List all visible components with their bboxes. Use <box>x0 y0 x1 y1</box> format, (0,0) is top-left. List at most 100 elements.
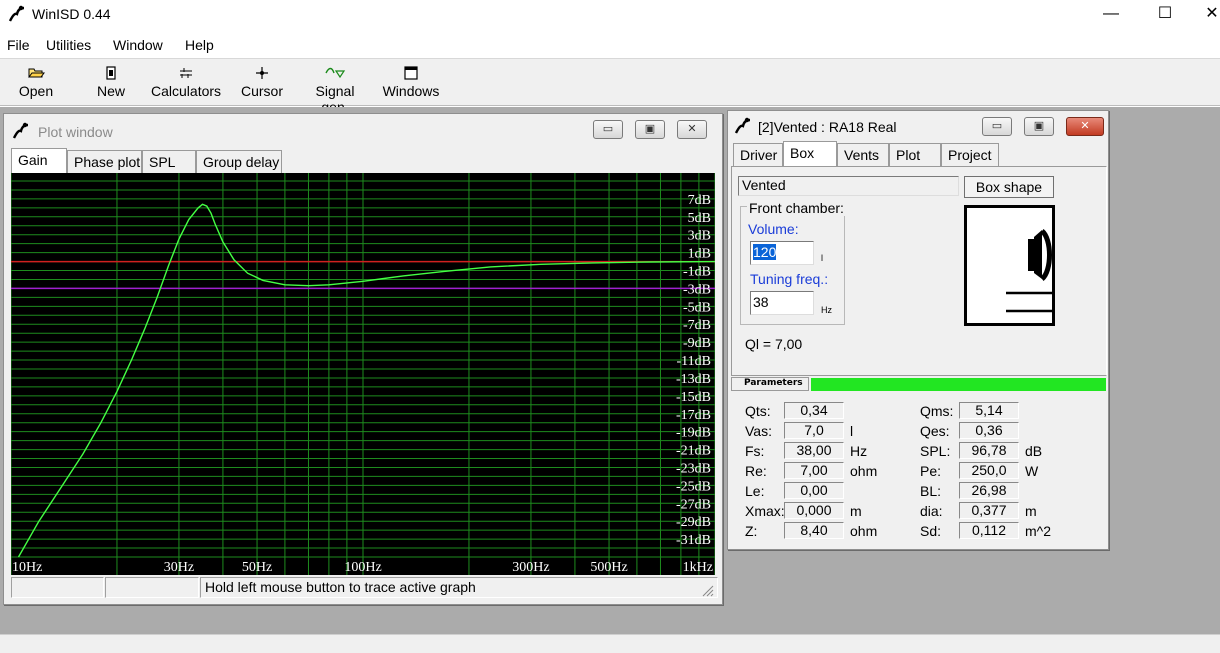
box-minimize-button[interactable]: ▭ <box>982 117 1012 136</box>
cursor-button[interactable]: Cursor <box>240 63 284 99</box>
y-tick-label: -29dB <box>676 515 711 530</box>
y-tick-label: -21dB <box>676 444 711 459</box>
box-window-title: [2]Vented : RA18 Real <box>758 119 897 135</box>
menu-help[interactable]: Help <box>185 37 214 53</box>
tab-project[interactable]: Project <box>941 143 999 166</box>
parameters-panel: Qts: 0,34 Vas: 7,0 l Fs: 38,00 Hz Re: 7,00 ohm Le: 0… <box>731 391 1107 546</box>
menu-utilities[interactable]: Utilities <box>46 37 91 53</box>
resize-grip-icon[interactable] <box>700 583 714 597</box>
param-label: Xmax: <box>745 503 785 519</box>
plot-window-title: Plot window <box>38 124 113 140</box>
title-bar: WinISD 0.44 — ☐ ✕ <box>0 0 1220 30</box>
param-label: Qms: <box>920 403 954 419</box>
tuning-freq-input[interactable]: 38 <box>750 291 814 315</box>
tab-vents[interactable]: Vents <box>837 143 889 166</box>
y-tick-label: 1dB <box>688 247 711 262</box>
box-maximize-button[interactable]: ▣ <box>1024 117 1054 136</box>
gain-plot[interactable]: 7dB 5dB 3dB 1dB -1dB -3dB -5dB -7dB -9dB -11dB -13… <box>11 173 715 575</box>
param-value: 8,40 <box>784 522 844 539</box>
menu-file[interactable]: File <box>7 37 30 53</box>
tab-spl[interactable]: SPL <box>142 150 196 173</box>
x-tick-label: 300Hz <box>512 560 549 575</box>
box-shape-button[interactable]: Box shape <box>964 176 1054 198</box>
maximize-button[interactable]: ☐ <box>1152 4 1178 24</box>
ql-value: Ql = 7,00 <box>745 336 803 352</box>
box-window-titlebar: [2]Vented : RA18 Real ▭ ▣ ✕ <box>728 111 1108 141</box>
x-tick-label: 30Hz <box>164 560 194 575</box>
windows-button[interactable]: Windows <box>381 63 441 99</box>
plot-close-button[interactable]: ✕ <box>677 120 707 139</box>
plot-maximize-button[interactable]: ▣ <box>635 120 665 139</box>
parameters-tab[interactable]: Parameters <box>731 377 809 391</box>
menu-window[interactable]: Window <box>113 37 163 53</box>
volume-unit: l <box>821 253 823 263</box>
toolbar: Open New Calculators Cursor Signal gen. <box>0 58 1220 115</box>
box-shape-diagram <box>964 205 1055 326</box>
param-value: 96,78 <box>959 442 1019 459</box>
y-tick-label: -13dB <box>676 372 711 387</box>
param-label: Vas: <box>745 423 772 439</box>
param-value: 0,00 <box>784 482 844 499</box>
minimize-button[interactable]: — <box>1098 4 1124 24</box>
tab-plot[interactable]: Plot <box>889 143 941 166</box>
param-unit: m <box>850 503 862 519</box>
param-label: Qts: <box>745 403 771 419</box>
y-tick-label: -23dB <box>676 461 711 476</box>
plot-grid <box>11 173 715 575</box>
param-value: 26,98 <box>959 482 1019 499</box>
y-tick-label: -31dB <box>676 533 711 548</box>
param-label: Le: <box>745 483 765 499</box>
winisd-logo-icon <box>12 122 29 139</box>
tab-driver[interactable]: Driver <box>733 143 783 166</box>
status-hint: Hold left mouse button to trace active g… <box>200 577 718 598</box>
param-unit: ohm <box>850 523 878 539</box>
calculators-button[interactable]: Calculators <box>151 63 221 99</box>
param-unit: ohm <box>850 463 878 479</box>
param-label: SPL: <box>920 443 951 459</box>
param-value: 38,00 <box>784 442 844 459</box>
x-tick-label: 1kHz <box>683 560 713 575</box>
plot-window-titlebar: Plot window ▭ ▣ ✕ <box>4 114 722 144</box>
y-tick-label: -5dB <box>683 300 711 315</box>
param-value: 7,00 <box>784 462 844 479</box>
close-button[interactable]: ✕ <box>1204 4 1220 24</box>
param-label: dia: <box>920 503 943 519</box>
y-tick-label: -19dB <box>676 426 711 441</box>
y-tick-label: -11dB <box>677 354 711 369</box>
y-tick-label: -17dB <box>676 408 711 423</box>
param-label: Z: <box>745 523 758 539</box>
new-label: New <box>96 83 125 99</box>
windows-icon <box>404 66 418 80</box>
y-tick-label: -3dB <box>683 282 711 297</box>
calculator-icon <box>180 68 192 78</box>
param-label: BL: <box>920 483 942 499</box>
y-tick-label: 7dB <box>688 193 711 208</box>
tab-box[interactable]: Box <box>783 141 837 166</box>
volume-value: 120 <box>753 244 777 260</box>
param-value: 0,112 <box>959 522 1019 539</box>
volume-input[interactable]: 120 <box>750 241 814 265</box>
parameters-bar <box>811 378 1106 391</box>
x-tick-label: 100Hz <box>344 560 381 575</box>
app-status-bar <box>0 634 1220 653</box>
tab-phase-plot[interactable]: Phase plot <box>67 150 142 173</box>
app-title: WinISD 0.44 <box>32 6 111 22</box>
tab-group-delay[interactable]: Group delay <box>196 150 282 173</box>
new-button[interactable]: New <box>92 63 130 99</box>
box-type-field[interactable]: Vented <box>738 176 959 196</box>
param-value: 0,36 <box>959 422 1019 439</box>
tab-gain[interactable]: Gain <box>11 148 67 173</box>
param-label: Re: <box>745 463 767 479</box>
y-tick-label: -27dB <box>676 497 711 512</box>
cursor-label: Cursor <box>240 83 283 99</box>
param-unit: Hz <box>850 443 868 459</box>
param-label: Sd: <box>920 523 942 539</box>
open-button[interactable]: Open <box>16 63 56 99</box>
box-close-button[interactable]: ✕ <box>1066 117 1104 136</box>
plot-minimize-button[interactable]: ▭ <box>593 120 623 139</box>
windows-label: Windows <box>382 83 440 99</box>
param-unit: W <box>1025 463 1039 479</box>
y-tick-label: -1dB <box>683 265 711 280</box>
param-value: 0,000 <box>784 502 844 519</box>
y-tick-label: 3dB <box>688 229 711 244</box>
